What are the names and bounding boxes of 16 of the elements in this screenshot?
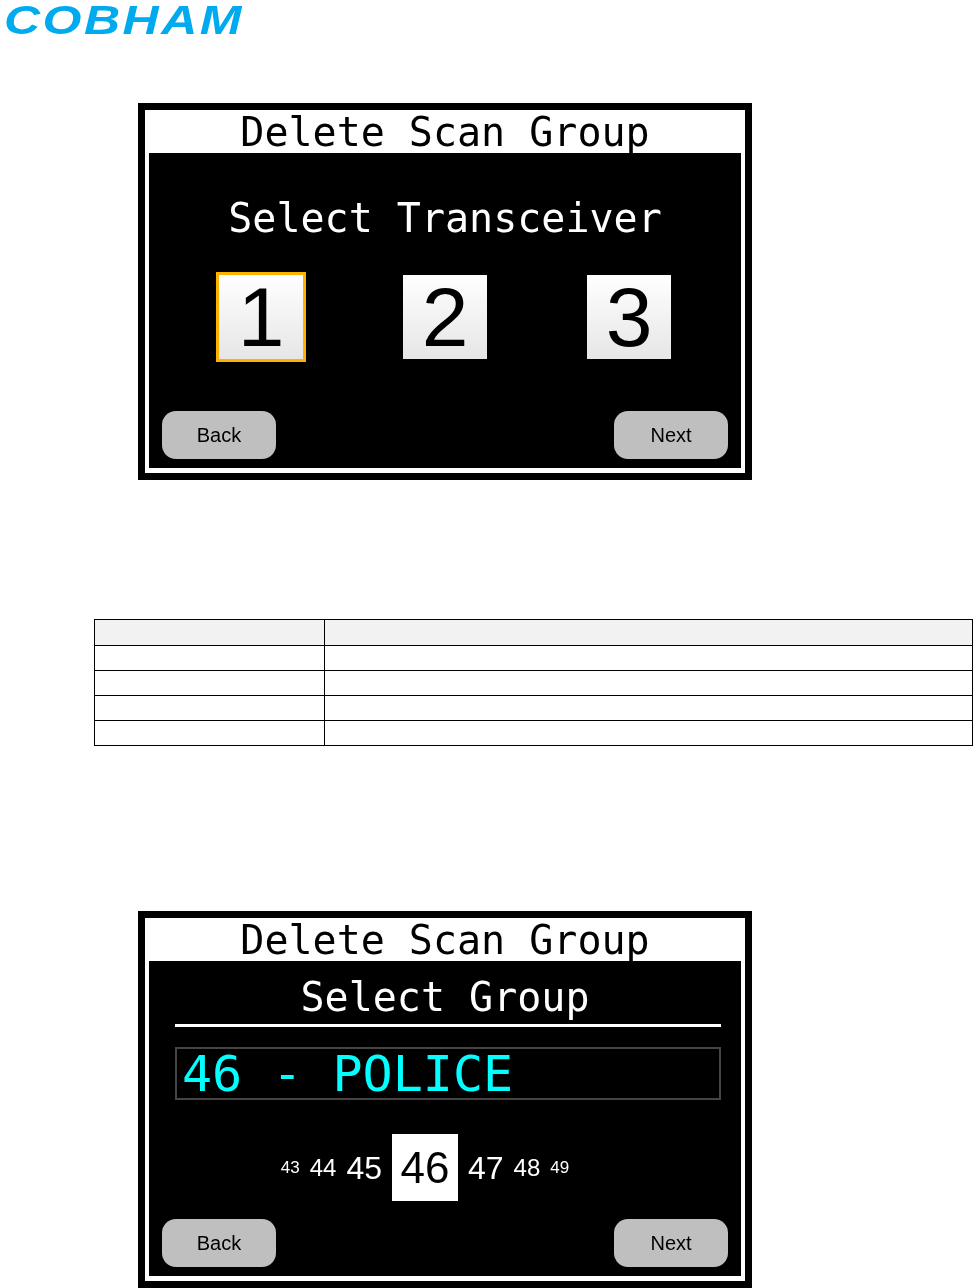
- group-number[interactable]: 49: [550, 1159, 570, 1176]
- logo: COBHAM: [4, 0, 244, 40]
- next-button[interactable]: Next: [614, 411, 728, 459]
- next-button[interactable]: Next: [614, 1219, 728, 1267]
- screen-heading: Select Transceiver: [228, 195, 662, 241]
- screen-title: Delete Scan Group: [240, 107, 650, 157]
- group-number[interactable]: 43: [280, 1159, 300, 1176]
- transceiver-option[interactable]: 1: [216, 272, 306, 362]
- transceiver-option[interactable]: 2: [400, 272, 490, 362]
- back-button[interactable]: Back: [162, 1219, 276, 1267]
- screen-title: Delete Scan Group: [240, 915, 650, 965]
- group-number[interactable]: 46: [392, 1134, 458, 1201]
- back-button[interactable]: Back: [162, 411, 276, 459]
- screen-heading: Select Group: [300, 974, 590, 1020]
- transceiver-option[interactable]: 3: [584, 272, 674, 362]
- group-field[interactable]: 46 - POLICE: [175, 1047, 721, 1100]
